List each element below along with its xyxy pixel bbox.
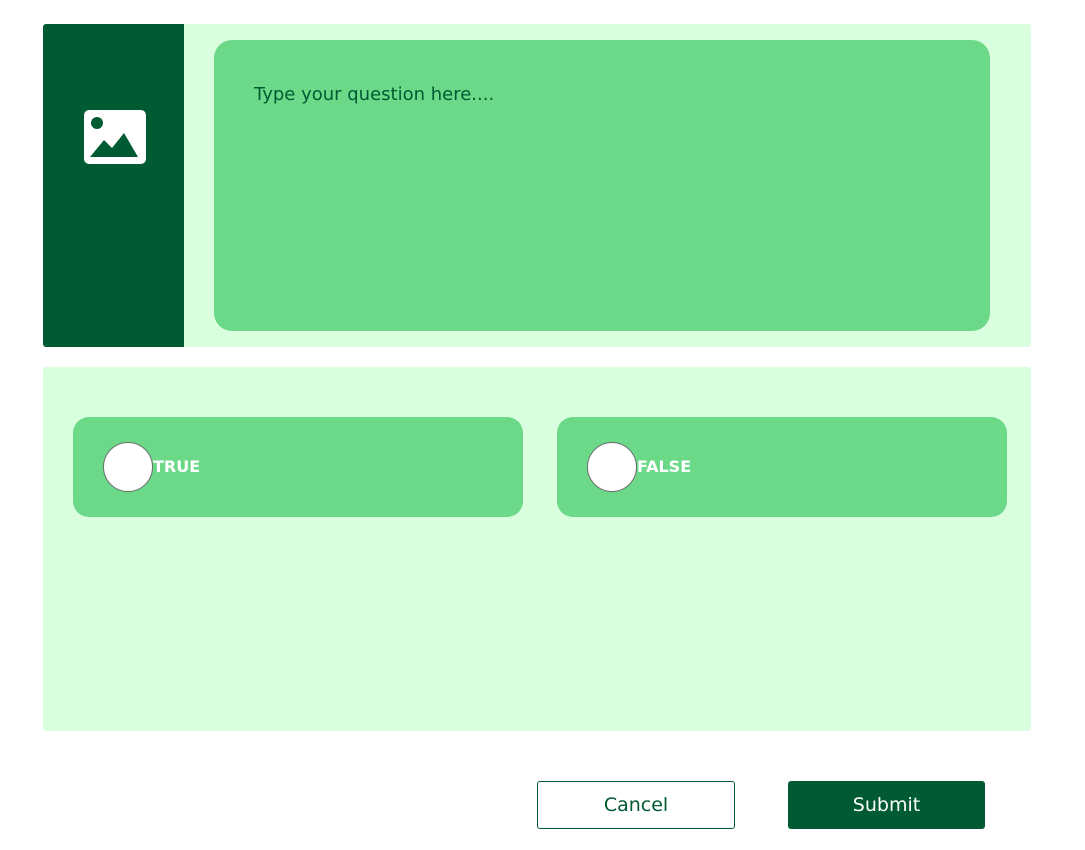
answers-panel: TRUE FALSE bbox=[43, 367, 1031, 731]
cancel-button[interactable]: Cancel bbox=[537, 781, 735, 829]
add-media-button[interactable] bbox=[43, 24, 184, 347]
answer-option-false[interactable]: FALSE bbox=[557, 417, 1007, 517]
image-icon bbox=[84, 110, 146, 164]
answer-option-label: TRUE bbox=[153, 457, 201, 476]
question-input[interactable] bbox=[214, 40, 990, 331]
radio-button-false[interactable] bbox=[587, 442, 637, 492]
answer-option-true[interactable]: TRUE bbox=[73, 417, 523, 517]
submit-button[interactable]: Submit bbox=[788, 781, 985, 829]
radio-button-true[interactable] bbox=[103, 442, 153, 492]
question-panel bbox=[43, 24, 1031, 347]
answer-option-label: FALSE bbox=[637, 457, 692, 476]
